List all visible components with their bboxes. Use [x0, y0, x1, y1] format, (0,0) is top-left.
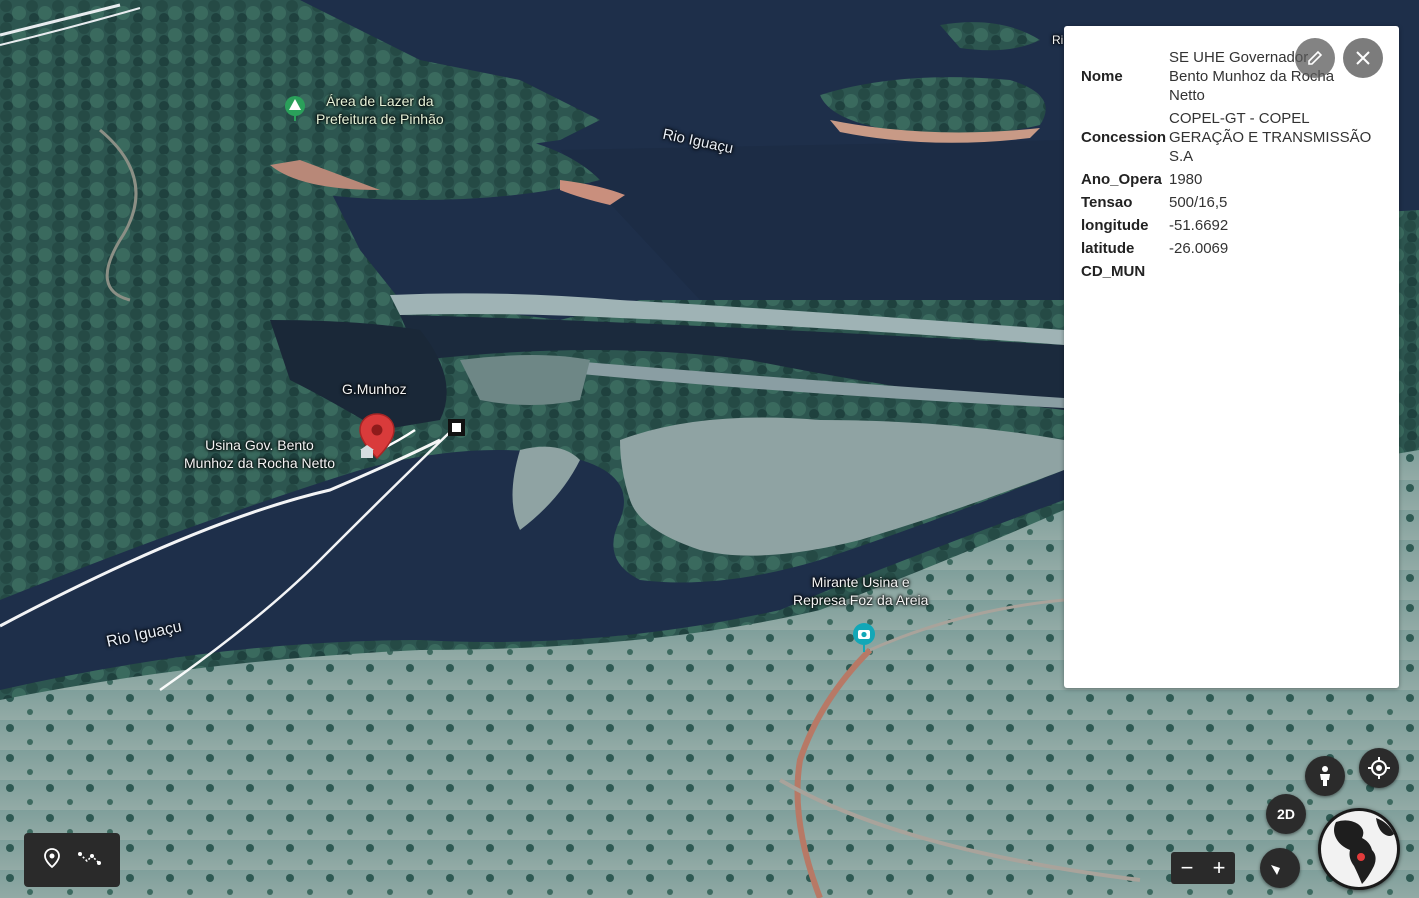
- close-button[interactable]: [1343, 38, 1383, 78]
- area-lazer-label[interactable]: Área de Lazer da Prefeitura de Pinhão: [316, 92, 444, 128]
- attr-key: Ano_Opera: [1081, 171, 1162, 188]
- place-marker-button[interactable]: [42, 847, 62, 874]
- table-row: Concession COPEL-GT - COPEL GERAÇÃO E TRA…: [1081, 107, 1381, 168]
- globe-button[interactable]: [1318, 808, 1400, 890]
- draw-path-button[interactable]: [77, 848, 103, 873]
- compass-icon: [1271, 865, 1289, 875]
- attr-key: Nome: [1081, 68, 1123, 85]
- toggle-2d-button[interactable]: 2D: [1266, 794, 1306, 834]
- usina-label[interactable]: Usina Gov. Bento Munhoz da Rocha Netto: [184, 436, 335, 472]
- attr-key: Concession: [1081, 129, 1167, 146]
- table-row: Nome SE UHE Governador Bento Munhoz da Ro…: [1081, 46, 1381, 107]
- close-icon: [1356, 51, 1370, 65]
- globe-icon: [1321, 811, 1397, 887]
- g-munhoz-label[interactable]: G.Munhoz: [342, 380, 407, 398]
- table-row: latitude -26.0069: [1081, 237, 1381, 260]
- attributes-table: Nome SE UHE Governador Bento Munhoz da Ro…: [1081, 46, 1381, 283]
- attr-value: 1980: [1169, 171, 1203, 188]
- attr-value: COPEL-GT - COPEL GERAÇÃO E TRANSMISSÃO S…: [1169, 110, 1372, 165]
- attr-key: Tensao: [1081, 194, 1133, 211]
- attr-key: CD_MUN: [1081, 263, 1146, 280]
- attr-key: longitude: [1081, 217, 1149, 234]
- compass-button[interactable]: [1260, 848, 1300, 888]
- table-row: longitude -51.6692: [1081, 214, 1381, 237]
- measure-toolbar: [24, 833, 120, 887]
- my-location-button[interactable]: [1359, 748, 1399, 788]
- table-row: Tensao 500/16,5: [1081, 191, 1381, 214]
- my-location-icon: [1368, 757, 1390, 779]
- street-view-button[interactable]: [1305, 756, 1345, 796]
- edit-button[interactable]: [1295, 38, 1335, 78]
- pegman-icon: [1320, 766, 1330, 786]
- park-icon[interactable]: [284, 95, 306, 121]
- zoom-control: − +: [1171, 852, 1235, 884]
- info-panel: Nome SE UHE Governador Bento Munhoz da Ro…: [1064, 26, 1399, 688]
- path-line-icon: [77, 851, 101, 865]
- attr-value: -26.0069: [1169, 240, 1229, 257]
- place-marker-icon: [43, 847, 60, 868]
- toggle-2d-label: 2D: [1277, 806, 1295, 822]
- attr-value: -51.6692: [1169, 217, 1229, 234]
- zoom-in-button[interactable]: +: [1213, 857, 1226, 879]
- partial-label: Ri: [1052, 33, 1064, 47]
- building-icon: [360, 445, 374, 458]
- pencil-icon: [1308, 50, 1323, 65]
- zoom-out-button[interactable]: −: [1181, 857, 1194, 879]
- mirante-label[interactable]: Mirante Usina e Represa Foz da Areia: [793, 573, 928, 609]
- attr-value: [1169, 260, 1381, 283]
- attr-key: latitude: [1081, 240, 1135, 257]
- camera-icon[interactable]: [852, 622, 876, 652]
- attr-value: 500/16,5: [1169, 194, 1228, 211]
- table-row: Ano_Opera 1980: [1081, 168, 1381, 191]
- table-row: CD_MUN: [1081, 260, 1381, 283]
